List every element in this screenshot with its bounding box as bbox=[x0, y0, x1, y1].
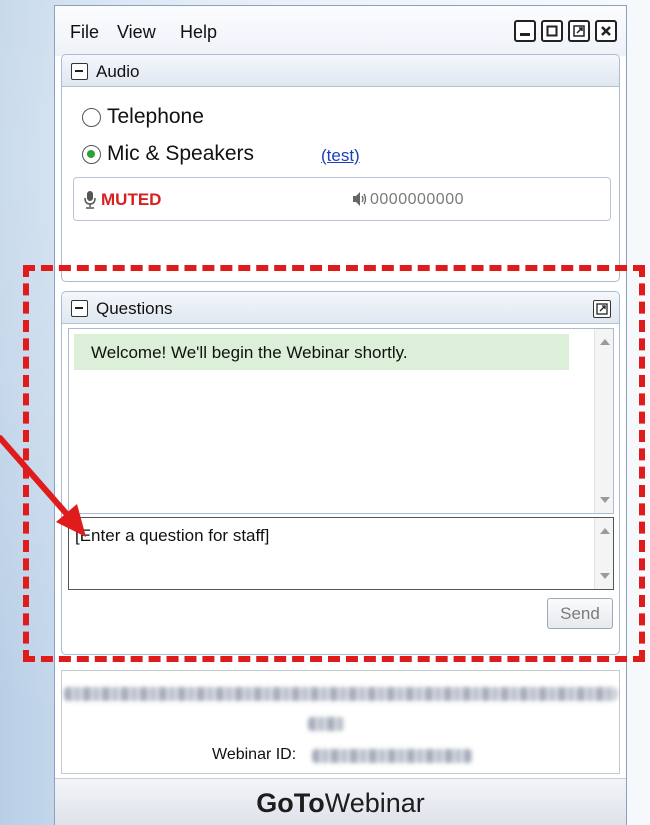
menu-help[interactable]: Help bbox=[180, 22, 217, 43]
minimize-icon[interactable] bbox=[514, 20, 536, 42]
maximize-icon[interactable] bbox=[541, 20, 563, 42]
mic-speakers-radio[interactable] bbox=[82, 145, 101, 164]
webinar-id-row: Webinar ID: bbox=[212, 746, 296, 764]
gotowebinar-logo: GoToWebinar bbox=[256, 788, 425, 818]
close-icon[interactable] bbox=[595, 20, 617, 42]
highlight-box bbox=[23, 265, 645, 662]
redacted-webinar-title bbox=[308, 717, 344, 731]
brand-footer: GoToWebinar bbox=[55, 778, 626, 825]
mic-icon[interactable] bbox=[83, 190, 97, 210]
audio-title: Audio bbox=[96, 62, 140, 81]
telephone-radio[interactable] bbox=[82, 108, 101, 127]
audio-section: Audio Telephone Mic & Speakers (test) MU… bbox=[61, 54, 620, 282]
redacted-webinar-id bbox=[312, 749, 472, 763]
popout-icon[interactable] bbox=[568, 20, 590, 42]
collapse-icon[interactable] bbox=[71, 63, 88, 80]
speaker-icon bbox=[353, 192, 367, 206]
test-audio-link[interactable]: (test) bbox=[321, 146, 360, 166]
redacted-webinar-title bbox=[64, 687, 617, 701]
arrow-icon bbox=[0, 435, 86, 537]
webinar-id-label: Webinar ID: bbox=[212, 746, 297, 763]
mic-speakers-label: Mic & Speakers bbox=[107, 142, 255, 165]
muted-status: MUTED bbox=[101, 190, 162, 209]
telephone-label: Telephone bbox=[107, 105, 204, 128]
volume-meter: 0000000000 bbox=[370, 191, 464, 208]
menu-file[interactable]: File bbox=[70, 22, 99, 43]
window-controls bbox=[514, 20, 618, 42]
audio-header[interactable]: Audio bbox=[62, 55, 619, 87]
menu-bar: File View Help bbox=[55, 6, 626, 56]
webinar-info: Webinar ID: bbox=[61, 670, 620, 774]
audio-status-bar: MUTED 0000000000 bbox=[73, 177, 611, 221]
menu-view[interactable]: View bbox=[117, 22, 156, 43]
